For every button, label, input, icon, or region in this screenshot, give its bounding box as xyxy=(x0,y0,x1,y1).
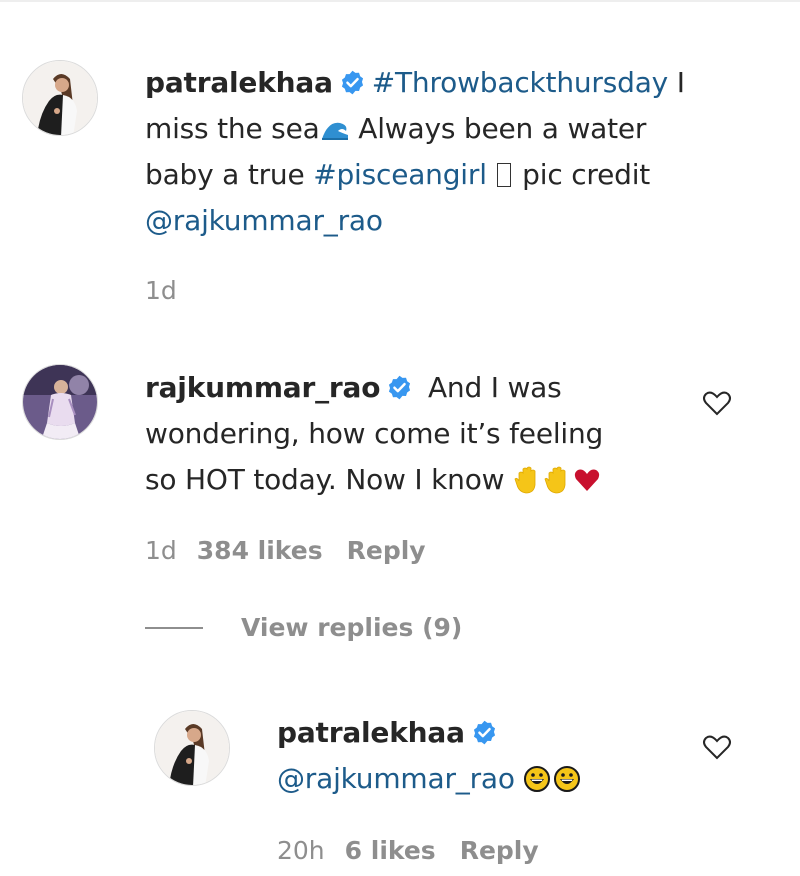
avatar[interactable] xyxy=(154,710,230,786)
verified-badge-icon xyxy=(341,70,363,95)
reply-username[interactable]: patralekhaa xyxy=(277,716,465,749)
raised-hand-icon xyxy=(544,466,566,494)
caption-text-segment: baby a true xyxy=(145,158,314,191)
caption-text-segment: pic credit xyxy=(513,158,651,191)
caption-text: patralekhaa #Throwbackthursday I miss the… xyxy=(145,60,745,244)
verified-badge-icon xyxy=(473,720,495,745)
comment-username[interactable]: rajkummar_rao xyxy=(145,371,380,404)
reply-meta: 20h 6 likes Reply xyxy=(277,836,563,865)
reply-button[interactable]: Reply xyxy=(347,536,426,565)
caption-text-segment: miss the sea xyxy=(145,112,320,145)
comment-meta: 1d 384 likes Reply xyxy=(145,536,450,565)
mention-link[interactable]: @rajkummar_rao xyxy=(145,204,383,237)
view-replies-button[interactable]: View replies (9) xyxy=(145,613,462,642)
comment-text-segment: wondering, how come it’s feeling xyxy=(145,417,604,450)
like-heart-icon[interactable] xyxy=(701,388,733,418)
verified-badge-icon xyxy=(389,375,411,400)
grinning-face-icon xyxy=(554,766,581,792)
water-wave-icon xyxy=(321,122,348,140)
top-divider xyxy=(0,0,800,2)
grinning-face-icon xyxy=(524,766,551,792)
hashtag-link[interactable]: #Throwbackthursday xyxy=(372,66,668,99)
timestamp[interactable]: 1d xyxy=(145,536,177,565)
red-heart-icon xyxy=(574,469,600,491)
raised-hand-icon xyxy=(514,466,536,494)
comment-text-segment: so HOT today. Now I know xyxy=(145,463,514,496)
timestamp[interactable]: 20h xyxy=(277,836,325,865)
caption-meta: 1d xyxy=(145,276,197,305)
like-count[interactable]: 6 likes xyxy=(345,836,436,865)
like-heart-icon[interactable] xyxy=(701,732,733,762)
like-count[interactable]: 384 likes xyxy=(197,536,323,565)
mention-link[interactable]: @rajkummar_rao xyxy=(277,762,515,795)
comment-text: rajkummar_rao And I was wondering, how c… xyxy=(145,365,685,503)
reply-text: patralekhaa @rajkummar_rao xyxy=(277,710,677,802)
missing-glyph-icon xyxy=(497,163,512,187)
replies-divider-line xyxy=(145,626,203,629)
caption-username[interactable]: patralekhaa xyxy=(145,66,333,99)
comment-text-segment: And I was xyxy=(419,371,562,404)
hashtag-link[interactable]: #pisceangirl xyxy=(313,158,487,191)
timestamp[interactable]: 1d xyxy=(145,276,177,305)
caption-text-segment: I xyxy=(668,66,685,99)
reply-button[interactable]: Reply xyxy=(460,836,539,865)
caption-text-segment: Always been a water xyxy=(349,112,647,145)
avatar[interactable] xyxy=(22,364,98,440)
avatar[interactable] xyxy=(22,60,98,136)
view-replies-label: View replies (9) xyxy=(241,613,463,642)
